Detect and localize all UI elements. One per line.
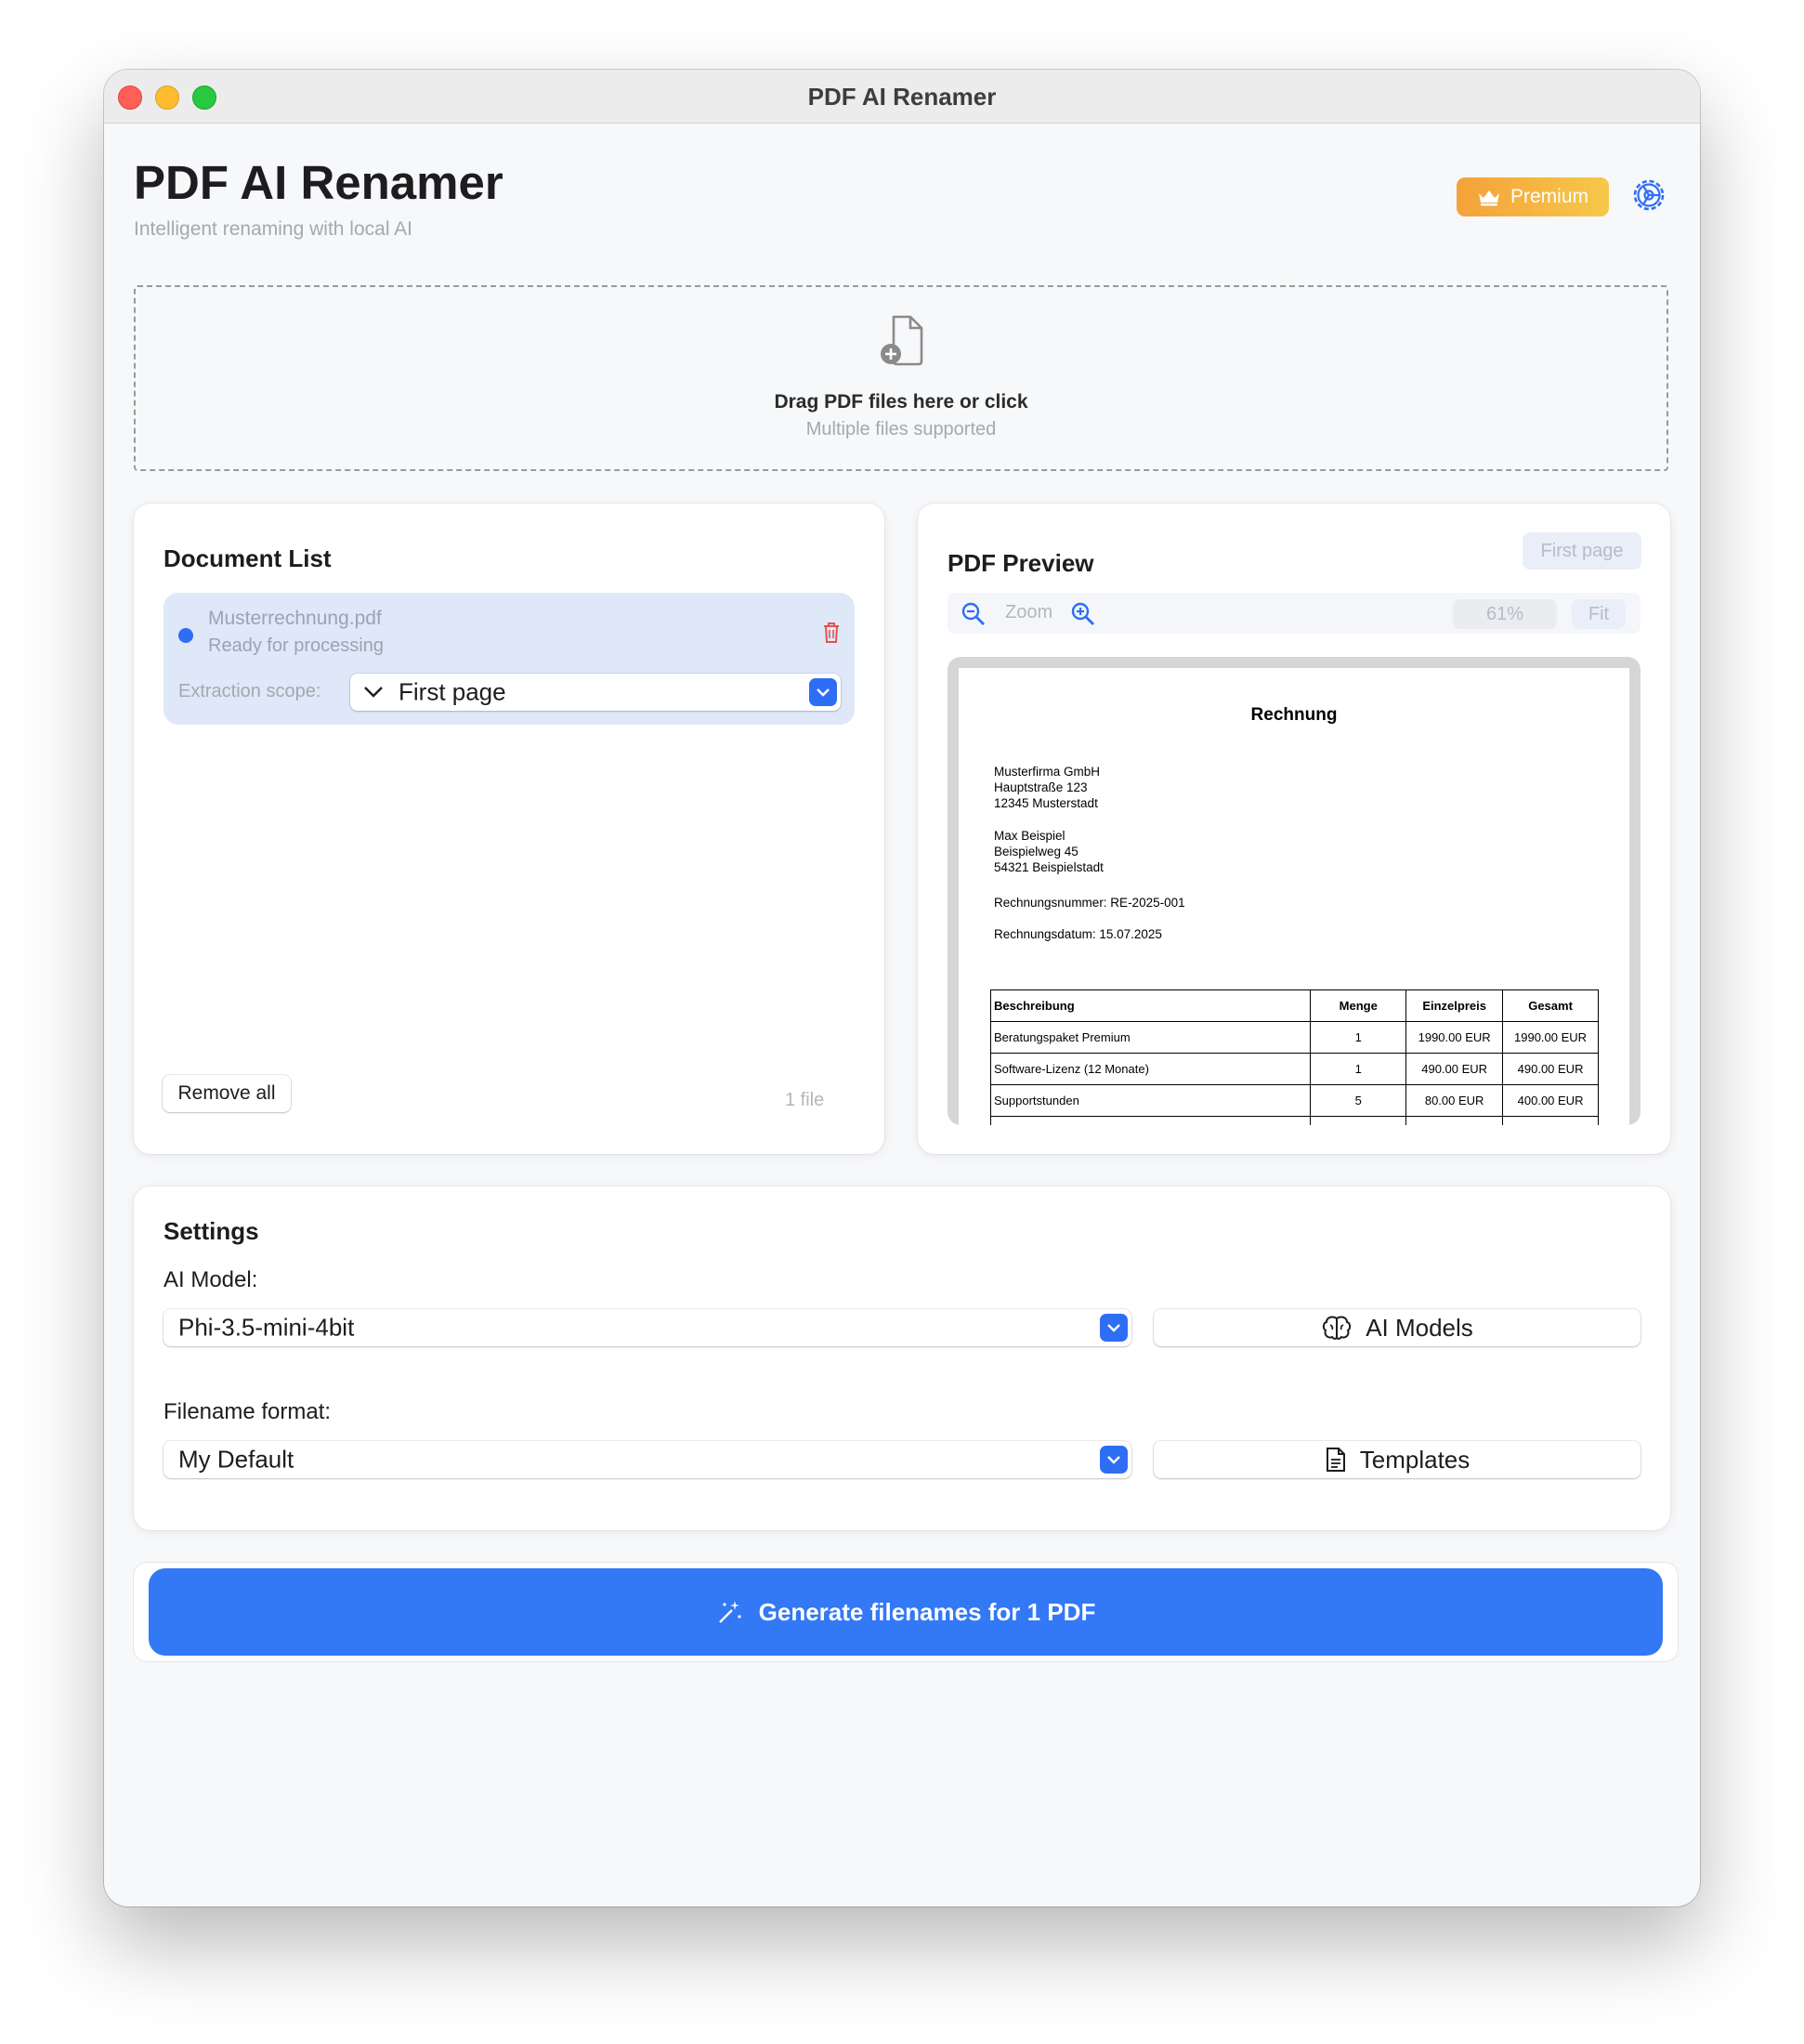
recipient-line: Max Beispiel [994,829,1065,843]
table-header-cell: Gesamt [1502,989,1599,1022]
ai-models-button[interactable]: AI Models [1154,1309,1641,1346]
table-cell [1310,1116,1407,1125]
table-cell: 80.00 EUR [1405,1084,1504,1117]
extraction-scope-select[interactable]: First page [350,674,841,711]
zoom-toolbar: Zoom 61% Fit [948,593,1641,634]
pdf-preview-panel: PDF Preview First page Zoom 61% Fit Rech… [918,504,1670,1154]
magic-wand-icon [718,1601,741,1623]
doc-plus-icon [881,315,923,366]
select-caret [1100,1446,1128,1474]
app-subtitle: Intelligent renaming with local AI [134,218,412,240]
chevron-down-icon [1107,1324,1120,1332]
table-header-cell: Einzelpreis [1405,989,1504,1022]
table-row: Software-Lizenz (12 Monate) 1 490.00 EUR… [989,1053,1599,1085]
zoom-label: Zoom [1005,602,1053,622]
sender-line: 12345 Musterstadt [994,796,1098,810]
settings-panel: Settings AI Model: Phi-3.5-mini-4bit AI … [134,1186,1670,1530]
gear-icon[interactable] [1630,177,1667,214]
extraction-scope-value: First page [399,677,506,706]
table-row [989,1116,1599,1125]
ai-model-select[interactable]: Phi-3.5-mini-4bit [163,1309,1131,1346]
zoom-out-icon[interactable] [961,601,987,627]
generate-button[interactable]: Generate filenames for 1 PDF [149,1568,1663,1656]
recipient-address: Max Beispiel Beispielweg 45 54321 Beispi… [994,828,1104,875]
table-header-cell: Menge [1310,989,1407,1022]
table-cell: 490.00 EUR [1502,1053,1599,1085]
premium-button[interactable]: Premium [1457,177,1609,216]
filename-format-select[interactable]: My Default [163,1441,1131,1478]
settings-title: Settings [163,1217,259,1245]
ai-models-label: AI Models [1366,1313,1473,1342]
document-icon [1326,1448,1345,1472]
file-count: 1 file [785,1090,825,1110]
table-cell: 1990.00 EUR [1405,1021,1504,1054]
app-title: PDF AI Renamer [134,156,503,209]
remove-all-button[interactable]: Remove all [163,1075,291,1112]
status-dot [178,628,193,643]
recipient-line: 54321 Beispielstadt [994,860,1104,874]
pdf-preview-title: PDF Preview [948,549,1094,577]
page-mode-button[interactable]: First page [1523,532,1641,570]
brain-icon [1323,1316,1352,1340]
generate-label: Generate filenames for 1 PDF [758,1597,1096,1626]
invoice-number: Rechnungsnummer: RE-2025-001 [994,896,1185,910]
document-list-title: Document List [163,544,332,572]
chevron-down-icon [817,688,830,697]
zoom-level: 61% [1453,599,1557,629]
templates-button[interactable]: Templates [1154,1441,1641,1478]
zoom-in-icon[interactable] [1070,601,1096,627]
sender-line: Musterfirma GmbH [994,765,1101,779]
premium-label: Premium [1510,186,1588,207]
pdf-dropzone[interactable]: Drag PDF files here or click Multiple fi… [134,285,1668,471]
table-cell: 1990.00 EUR [1502,1021,1599,1054]
table-cell: 1 [1310,1021,1407,1054]
table-row: Supportstunden 5 80.00 EUR 400.00 EUR [989,1084,1599,1117]
crown-icon [1478,190,1499,206]
sender-line: Hauptstraße 123 [994,780,1088,794]
window-title: PDF AI Renamer [807,83,997,111]
dropzone-sub-text: Multiple files supported [805,419,997,439]
document-list-panel: Document List Musterrechnung.pdf Ready f… [134,504,884,1154]
select-caret [1100,1314,1128,1342]
table-cell: Supportstunden [989,1084,1312,1117]
table-cell: 1 [1310,1053,1407,1085]
trash-icon[interactable] [821,621,842,645]
app-window: PDF AI Renamer PDF AI Renamer Intelligen… [104,70,1700,1906]
table-cell: Software-Lizenz (12 Monate) [989,1053,1312,1085]
pdf-page: Rechnung Musterfirma GmbH Hauptstraße 12… [959,668,1629,1125]
table-cell [1502,1116,1599,1125]
title-bar: PDF AI Renamer [104,70,1700,124]
ai-model-label: AI Model: [163,1267,258,1292]
recipient-line: Beispielweg 45 [994,845,1078,858]
table-row: Beratungspaket Premium 1 1990.00 EUR 199… [989,1021,1599,1054]
pdf-page-viewer[interactable]: Rechnung Musterfirma GmbH Hauptstraße 12… [948,657,1641,1125]
table-cell: 5 [1310,1084,1407,1117]
invoice-date: Rechnungsdatum: 15.07.2025 [994,927,1162,941]
chevron-down-icon [1107,1456,1120,1464]
filename-format-label: Filename format: [163,1399,332,1424]
invoice-table: Beschreibung Menge Einzelpreis Gesamt Be… [989,989,1599,1125]
extraction-scope-label: Extraction scope: [178,681,321,701]
table-cell: Beratungspaket Premium [989,1021,1312,1054]
dropzone-main-text: Drag PDF files here or click [774,391,1028,413]
list-item[interactable]: Musterrechnung.pdf Ready for processing … [163,593,855,725]
table-cell: 490.00 EUR [1405,1053,1504,1085]
document-status: Ready for processing [208,635,384,656]
fit-button[interactable]: Fit [1572,599,1626,629]
sender-address: Musterfirma GmbH Hauptstraße 123 12345 M… [994,764,1100,811]
table-cell: 400.00 EUR [1502,1084,1599,1117]
templates-label: Templates [1359,1445,1471,1474]
table-header-cell: Beschreibung [989,989,1312,1022]
select-caret [809,678,837,706]
chevron-down-icon [364,687,383,698]
ai-model-value: Phi-3.5-mini-4bit [178,1313,355,1342]
table-cell [1405,1116,1504,1125]
invoice-heading: Rechnung [1250,705,1338,725]
filename-format-value: My Default [178,1445,294,1474]
document-name: Musterrechnung.pdf [208,608,382,629]
table-cell [989,1116,1312,1125]
